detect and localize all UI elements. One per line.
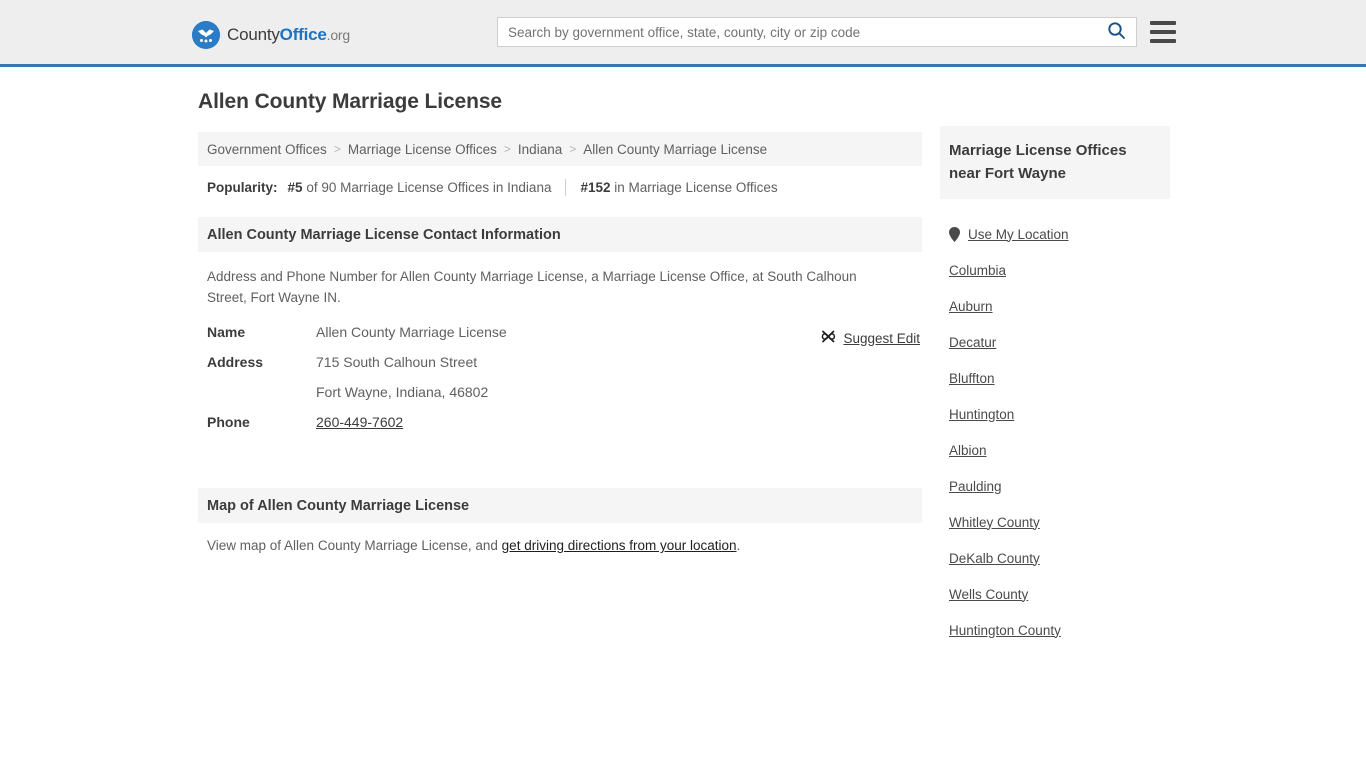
breadcrumb-separator-0: > [333,142,341,156]
contact-row-phone: Phone 260-449-7602 [207,414,913,444]
contact-row-address-value: 715 South Calhoun Street [316,354,478,370]
logo-text-part1: County [227,25,280,44]
map-section: Map of Allen County Marriage License Vie… [198,488,922,553]
map-section-heading: Map of Allen County Marriage License [198,488,922,523]
search-button[interactable] [1096,18,1136,46]
sidebar-link-1[interactable]: Auburn [949,299,993,314]
sidebar-item-dekalb-county[interactable]: DeKalb County [949,540,1161,576]
popularity-state-text: of 90 Marriage License Offices in Indian… [306,180,552,195]
sidebar-item-whitley-county[interactable]: Whitley County [949,504,1161,540]
page-title: Allen County Marriage License [198,90,503,113]
contact-description: Address and Phone Number for Allen Count… [207,269,857,305]
suggest-edit-button[interactable]: Suggest Edit [821,329,920,347]
contact-row-phone-key: Phone [207,414,250,430]
search-icon [1107,21,1126,43]
popularity-label: Popularity: [207,180,278,195]
sidebar-list: Use My Location Columbia Auburn Decatur … [940,216,1170,648]
site-logo[interactable]: CountyOffice.org [192,21,350,49]
search-bar[interactable] [497,17,1137,47]
contact-row-address-key: Address [207,354,264,370]
contact-row-name-key: Name [207,324,246,340]
contact-row-name: Name Allen County Marriage License [207,324,913,354]
popularity-national-text: in Marriage License Offices [614,180,778,195]
sidebar-heading: Marriage License Offices near Fort Wayne [940,126,1170,199]
contact-section-heading: Allen County Marriage License Contact In… [198,217,922,252]
sidebar-item-columbia[interactable]: Columbia [949,252,1161,288]
phone-link[interactable]: 260-449-7602 [316,414,403,430]
popularity-national-rank: #152 [580,180,611,195]
sidebar-item-huntington[interactable]: Huntington [949,396,1161,432]
sidebar-item-auburn[interactable]: Auburn [949,288,1161,324]
contact-row-name-value: Allen County Marriage License [316,324,507,340]
contact-row-citystate-value: Fort Wayne, Indiana, 46802 [316,384,489,400]
hamburger-bar-3 [1150,39,1176,43]
edit-pencil-icon [821,329,836,347]
hamburger-menu-icon[interactable] [1150,19,1176,45]
contact-row-citystate: Fort Wayne, Indiana, 46802 [207,384,913,414]
eagle-seal-icon [192,21,220,49]
search-input[interactable] [498,18,1096,46]
hamburger-bar-1 [1150,21,1176,25]
sidebar-item-use-my-location[interactable]: Use My Location [949,216,1161,252]
use-my-location-link[interactable]: Use My Location [968,227,1069,242]
sidebar-link-8[interactable]: DeKalb County [949,551,1040,566]
sidebar-link-10[interactable]: Huntington County [949,623,1061,638]
sidebar-link-4[interactable]: Huntington [949,407,1014,422]
map-pin-icon [949,226,960,242]
breadcrumb-item-current: Allen County Marriage License [583,141,768,157]
suggest-edit-label: Suggest Edit [843,330,920,346]
main-content: Allen County Marriage License Government… [198,90,922,553]
sidebar-link-7[interactable]: Whitley County [949,515,1040,530]
sidebar-item-bluffton[interactable]: Bluffton [949,360,1161,396]
sidebar-item-wells-county[interactable]: Wells County [949,576,1161,612]
hamburger-bar-2 [1150,30,1176,34]
driving-directions-link[interactable]: get driving directions from your locatio… [502,538,737,553]
sidebar-link-6[interactable]: Paulding [949,479,1002,494]
contact-row-address: Address 715 South Calhoun Street [207,354,913,384]
sidebar-link-2[interactable]: Decatur [949,335,996,350]
sidebar-link-5[interactable]: Albion [949,443,987,458]
popularity-row: Popularity: #5 of 90 Marriage License Of… [198,166,922,196]
sidebar-item-huntington-county[interactable]: Huntington County [949,612,1161,648]
breadcrumb-separator-2: > [569,142,577,156]
logo-text-part2: Office [279,25,327,44]
logo-text-part3: .org [326,27,351,43]
sidebar-link-0[interactable]: Columbia [949,263,1006,278]
contact-row-phone-value: 260-449-7602 [316,414,403,430]
contact-details: Suggest Edit Name Allen County Marriage … [198,324,922,444]
breadcrumb-separator-1: > [503,142,511,156]
popularity-divider [565,179,567,196]
sidebar-item-albion[interactable]: Albion [949,432,1161,468]
map-description-text-before: View map of Allen County Marriage Licens… [207,538,502,553]
site-header: CountyOffice.org [0,0,1366,67]
map-description-text-after: . [736,538,741,553]
map-description: View map of Allen County Marriage Licens… [198,523,922,553]
site-logo-text: CountyOffice.org [227,25,350,45]
breadcrumb-item-2[interactable]: Indiana [518,142,562,157]
sidebar-link-9[interactable]: Wells County [949,587,1028,602]
sidebar-item-decatur[interactable]: Decatur [949,324,1161,360]
sidebar: Marriage License Offices near Fort Wayne… [940,126,1170,648]
contact-section: Allen County Marriage License Contact In… [198,217,922,444]
breadcrumb: Government Offices > Marriage License Of… [198,132,922,166]
sidebar-item-paulding[interactable]: Paulding [949,468,1161,504]
breadcrumb-item-0[interactable]: Government Offices [207,142,327,157]
sidebar-link-3[interactable]: Bluffton [949,371,995,386]
popularity-state-rank: #5 [287,180,303,195]
breadcrumb-item-1[interactable]: Marriage License Offices [348,142,497,157]
